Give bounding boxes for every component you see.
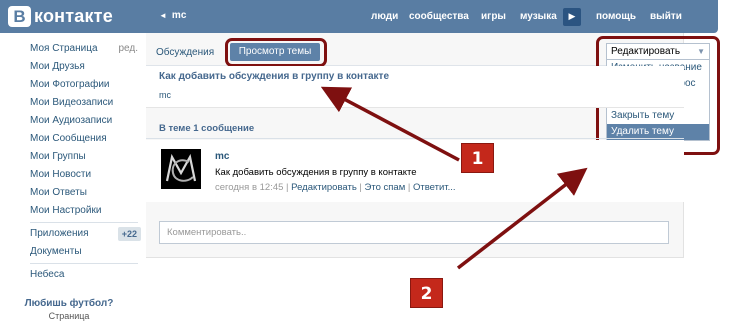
message-count-bar: В теме 1 сообщение (146, 119, 684, 139)
topic-author-link[interactable]: mc (159, 90, 171, 100)
logo-letter: В (8, 5, 31, 27)
topic-title: Как добавить обсуждения в группу в конта… (159, 71, 389, 82)
nav-people[interactable]: люди (371, 11, 398, 22)
post-reply-link[interactable]: Ответит... (413, 182, 456, 193)
sidebar-divider (30, 222, 138, 223)
nav-logout[interactable]: выйти (650, 11, 682, 22)
post-item: mc Как добавить обсуждения в группу в ко… (146, 140, 684, 202)
breadcrumb[interactable]: ◄ mc (159, 10, 186, 21)
sidebar-item-messages[interactable]: Мои Сообщения (0, 130, 146, 148)
promo-block[interactable]: Любишь футбол? Страница (0, 298, 138, 321)
tab-discussions[interactable]: Обсуждения (156, 47, 214, 58)
mc-logo-icon (165, 153, 197, 182)
vk-logo[interactable]: В контакте (8, 5, 113, 27)
sidebar-item-my-page[interactable]: Моя Страница ред. (0, 40, 146, 58)
promo-title: Любишь футбол? (24, 298, 114, 309)
comment-input[interactable]: Комментировать.. (159, 221, 669, 244)
sidebar-item-photos[interactable]: Мои Фотографии (0, 76, 146, 94)
sidebar-item-heaven[interactable]: Небеса (0, 266, 146, 284)
main-panel: Обсуждения Просмотр темы Редактировать ▼ … (146, 33, 720, 258)
back-arrow-icon: ◄ (159, 11, 167, 20)
post-meta: сегодня в 12:45 | Редактировать | Это сп… (215, 182, 456, 193)
promo-subtitle: Страница (48, 311, 90, 321)
top-header: В контакте ◄ mc люди сообщества игры музы… (0, 0, 718, 33)
avatar[interactable] (161, 149, 201, 189)
sidebar-item-news[interactable]: Мои Новости (0, 166, 146, 184)
sidebar-item-groups[interactable]: Мои Группы (0, 148, 146, 166)
post-time[interactable]: сегодня в 12:45 (215, 182, 283, 193)
post-spam-link[interactable]: Это спам (365, 182, 406, 193)
sidebar-item-audio[interactable]: Мои Аудиозаписи (0, 112, 146, 130)
play-icon[interactable]: ▶ (563, 7, 581, 26)
nav-communities[interactable]: сообщества (409, 11, 469, 22)
apps-count-badge: +22 (117, 227, 141, 241)
topic-header: Как добавить обсуждения в группу в конта… (146, 66, 684, 108)
annotation-badge-2: 2 (410, 278, 443, 308)
message-count: В теме 1 сообщение (159, 123, 255, 134)
nav-music[interactable]: музыка (520, 11, 557, 22)
annotation-badge-1: 1 (461, 143, 494, 173)
sidebar-item-label: Моя Страница (30, 43, 98, 54)
sidebar: Моя Страница ред. Мои Друзья Мои Фотограф… (0, 40, 146, 321)
sidebar-item-videos[interactable]: Мои Видеозаписи (0, 94, 146, 112)
post-edit-link[interactable]: Редактировать (291, 182, 357, 193)
sidebar-item-documents[interactable]: Документы (0, 243, 146, 261)
nav-help[interactable]: помощь (596, 11, 636, 22)
sidebar-item-apps[interactable]: Приложения +22 (0, 225, 146, 243)
post-author-link[interactable]: mc (215, 151, 229, 162)
sidebar-divider (30, 263, 138, 264)
sidebar-item-answers[interactable]: Мои Ответы (0, 184, 146, 202)
sidebar-edit-link[interactable]: ред. (118, 40, 138, 58)
post-text: Как добавить обсуждения в группу в конта… (215, 167, 417, 178)
nav-games[interactable]: игры (481, 11, 506, 22)
sidebar-item-label: Приложения (30, 228, 89, 239)
highlight-frame-tab (225, 38, 327, 67)
tab-bar: Обсуждения Просмотр темы Редактировать ▼ … (146, 33, 720, 155)
breadcrumb-label: mc (171, 10, 187, 21)
logo-text: контакте (34, 5, 113, 26)
sidebar-item-settings[interactable]: Мои Настройки (0, 202, 146, 220)
sidebar-item-friends[interactable]: Мои Друзья (0, 58, 146, 76)
